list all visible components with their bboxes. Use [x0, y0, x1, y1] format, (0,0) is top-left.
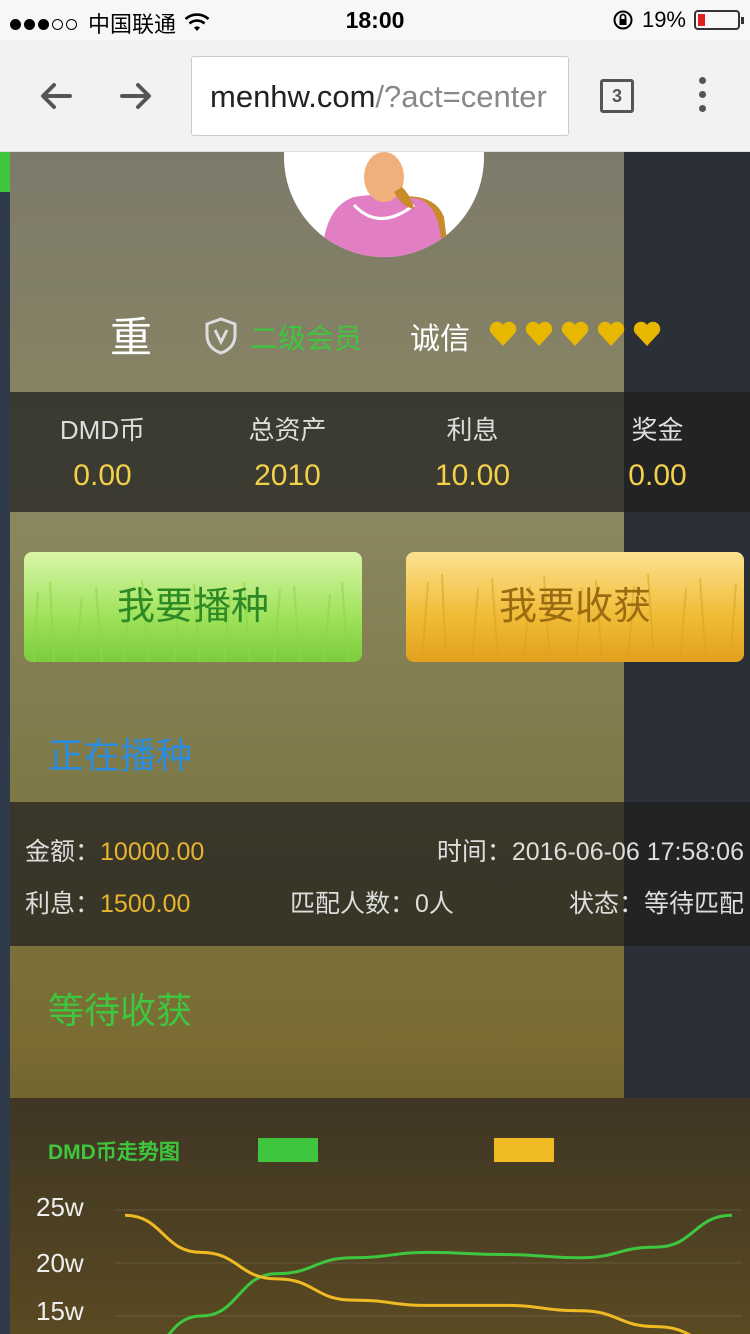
rotation-lock-icon	[613, 10, 633, 30]
interest-field: 利息：1500.00	[25, 884, 190, 920]
heart-icon	[561, 321, 589, 346]
shield-icon	[205, 317, 237, 355]
forward-button[interactable]	[108, 68, 164, 124]
stat-bonus: 奖金 0.00	[565, 392, 750, 512]
sowing-record[interactable]: 金额：10000.00 时间：2016-06-06 17:58:06 利息：15…	[10, 802, 750, 946]
stat-value: 10.00	[434, 459, 511, 492]
chart-plot	[115, 1209, 742, 1334]
heart-icon	[633, 321, 661, 346]
account-stats: DMD币 0.00 总资产 2010 利息 10.00 奖金 0.00	[10, 392, 750, 512]
match-value: 0人	[415, 890, 454, 918]
stat-interest: 利息 10.00	[380, 392, 565, 512]
stat-label: 利息	[446, 415, 499, 445]
time-label: 时间：	[436, 838, 512, 866]
battery-percent: 19%	[641, 7, 686, 32]
heart-icon	[489, 321, 517, 346]
avatar[interactable]	[284, 152, 484, 257]
stat-value: 2010	[254, 459, 321, 492]
amount-label: 金额：	[25, 838, 101, 866]
dmd-trend-chart: DMD币走势图 25w 20w 15w	[10, 1098, 750, 1334]
arrow-left-icon	[41, 83, 72, 109]
time-field: 时间：2016-06-06 17:58:06	[437, 832, 744, 868]
address-bar[interactable]: menhw.com/?act=center	[191, 56, 569, 136]
section-title-sowing: 正在播种	[48, 735, 193, 776]
heart-icon	[597, 321, 625, 346]
record-row: 金额：10000.00 时间：2016-06-06 17:58:06	[10, 832, 750, 872]
status-bar: 中国联通 18:00 19%	[0, 0, 750, 40]
match-field: 匹配人数：0人	[290, 884, 454, 920]
url-domain: menhw.com	[210, 79, 376, 114]
section-title-waiting: 等待收获	[48, 990, 193, 1031]
stat-total-assets: 总资产 2010	[195, 392, 380, 512]
arrow-right-icon	[120, 83, 151, 109]
time-value: 2016-06-06 17:58:06	[511, 838, 744, 866]
credit-rating	[488, 320, 662, 348]
status-value: 等待匹配	[643, 890, 744, 918]
profile-info: 重 二级会员 诚信	[10, 292, 661, 382]
scroll-indicator	[0, 152, 10, 1334]
interest-value: 1500.00	[100, 890, 191, 918]
amount-field: 金额：10000.00	[25, 832, 204, 868]
stat-label: 奖金	[631, 415, 684, 445]
heart-icon	[525, 321, 553, 346]
interest-label: 利息：	[25, 890, 101, 918]
battery-info: 19%	[612, 7, 744, 33]
stat-label: DMD币	[59, 415, 146, 445]
status-field: 状态：等待匹配	[569, 884, 744, 920]
username: 重	[110, 314, 153, 361]
stat-value: 0.00	[628, 459, 687, 492]
credit-label: 诚信	[410, 323, 470, 356]
stat-dmd: DMD币 0.00	[10, 392, 195, 512]
user-avatar-icon	[322, 152, 449, 257]
harvest-button-label: 我要收获	[498, 586, 651, 628]
url-path: /?act=center	[375, 79, 547, 114]
stat-value: 0.00	[73, 459, 132, 492]
record-row: 利息：1500.00 匹配人数：0人 状态：等待匹配	[10, 884, 750, 924]
member-level: 二级会员	[250, 323, 363, 354]
page-content: 重 二级会员 诚信 DMD币 0.00 总资产 2010 利息 10.00 奖金…	[0, 152, 750, 1334]
amount-value: 10000.00	[100, 838, 205, 866]
match-label: 匹配人数：	[290, 890, 416, 918]
overflow-menu-button[interactable]	[690, 74, 714, 122]
harvest-button[interactable]: 我要收获	[406, 552, 744, 662]
battery-icon	[694, 10, 744, 30]
stat-label: 总资产	[248, 415, 327, 445]
back-button[interactable]	[28, 68, 84, 124]
status-label: 状态：	[568, 890, 644, 918]
browser-toolbar: menhw.com/?act=center 3	[0, 40, 750, 152]
tab-switcher-button[interactable]: 3	[600, 79, 634, 113]
sow-button-label: 我要播种	[116, 586, 269, 628]
sow-button[interactable]: 我要播种	[24, 552, 362, 662]
